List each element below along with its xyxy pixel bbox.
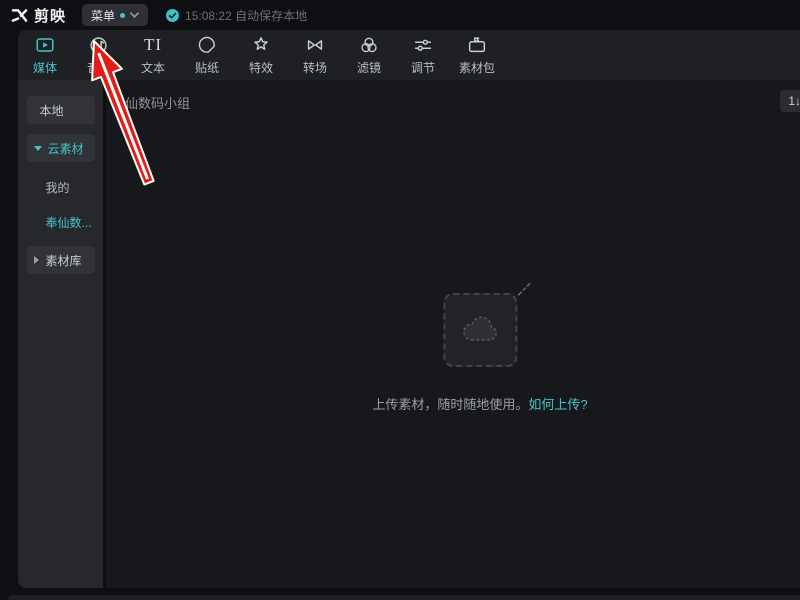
- sidebar-item-cloud-material[interactable]: 云素材: [26, 134, 95, 162]
- effects-star-icon: [250, 34, 272, 56]
- audio-icon: [88, 34, 110, 56]
- tab-audio[interactable]: 音频: [72, 34, 126, 76]
- tab-text[interactable]: TI 文本: [126, 34, 180, 76]
- expand-right-icon: [33, 256, 39, 264]
- tab-adjust[interactable]: 调节: [396, 34, 450, 76]
- group-title: 奉仙数码小组: [112, 96, 191, 111]
- menu-notification-dot: [120, 12, 126, 18]
- tab-label: 音频: [86, 61, 111, 75]
- sidebar-item-label: 云素材: [47, 141, 84, 156]
- sidebar-item-local[interactable]: 本地: [26, 96, 95, 124]
- sidebar-item-material-library[interactable]: 素材库: [26, 246, 95, 274]
- media-icon: [34, 34, 56, 56]
- tab-label: 素材包: [458, 61, 495, 75]
- media-sidebar: 本地 云素材 我的 奉仙数... 素材库: [18, 80, 103, 588]
- tab-filter[interactable]: 滤镜: [342, 34, 396, 76]
- autosave-status: 15:08:22 自动保存本地: [166, 7, 307, 24]
- tab-label: 文本: [140, 61, 165, 75]
- how-to-upload-link[interactable]: 如何上传?: [528, 397, 587, 412]
- cloud-material-panel: 奉仙数码小组 1↓ 上传素材，随时随地使用。如何上传?: [106, 80, 800, 588]
- cloud-upload-icon: [459, 314, 501, 346]
- app-title: 剪映: [34, 7, 67, 25]
- text-icon: TI: [143, 35, 163, 54]
- tab-label: 媒体: [32, 61, 57, 75]
- tab-transition[interactable]: 转场: [288, 34, 342, 76]
- sidebar-item-label: 素材库: [45, 253, 82, 268]
- adjust-sliders-icon: [412, 34, 434, 56]
- tab-label: 调节: [410, 61, 435, 75]
- tab-sticker[interactable]: 贴纸: [180, 34, 234, 76]
- sort-badge[interactable]: 1↓: [780, 90, 800, 112]
- top-bar: 剪映 菜单 15:08:22 自动保存本地: [0, 0, 800, 30]
- chevron-down-icon: [130, 12, 139, 18]
- transition-icon: [304, 34, 326, 56]
- sticker-icon: [196, 34, 218, 56]
- upload-hint-text: 上传素材，随时随地使用。如何上传?: [372, 394, 587, 413]
- tab-material-pack[interactable]: 素材包: [450, 34, 504, 76]
- sidebar-item-label: 我的: [45, 180, 70, 195]
- sidebar-item-label: 本地: [39, 103, 64, 118]
- autosave-text: 15:08:22 自动保存本地: [185, 8, 308, 23]
- sidebar-item-mine[interactable]: 我的: [27, 176, 95, 198]
- tab-effects[interactable]: 特效: [234, 34, 288, 76]
- media-tabbar: 媒体 音频 TI 文本 贴纸 特效 转场 滤镜 调节 素材包: [18, 30, 800, 80]
- app-logo: 剪映: [10, 5, 66, 26]
- material-pack-icon: [466, 34, 488, 56]
- upload-hint: 上传素材，随时随地使用。: [372, 397, 529, 412]
- tab-label: 特效: [248, 61, 273, 75]
- menu-button-label: 菜单: [91, 8, 116, 23]
- sidebar-item-label: 奉仙数...: [45, 215, 92, 230]
- expand-down-icon: [33, 145, 42, 151]
- tab-label: 贴纸: [194, 61, 219, 75]
- capcut-logo-icon: [10, 8, 29, 23]
- sidebar-item-group[interactable]: 奉仙数...: [27, 211, 95, 233]
- lower-panel-edge: [8, 595, 800, 600]
- upload-empty-state: 上传素材，随时随地使用。如何上传?: [372, 282, 588, 413]
- autosave-check-icon: [166, 8, 180, 22]
- upload-dropzone[interactable]: [443, 282, 531, 367]
- filter-icon: [358, 34, 380, 56]
- tab-label: 滤镜: [356, 61, 381, 75]
- tab-label: 转场: [302, 61, 327, 75]
- menu-button[interactable]: 菜单: [82, 4, 149, 26]
- sparkle-icon: [516, 282, 531, 302]
- tab-media[interactable]: 媒体: [18, 34, 72, 76]
